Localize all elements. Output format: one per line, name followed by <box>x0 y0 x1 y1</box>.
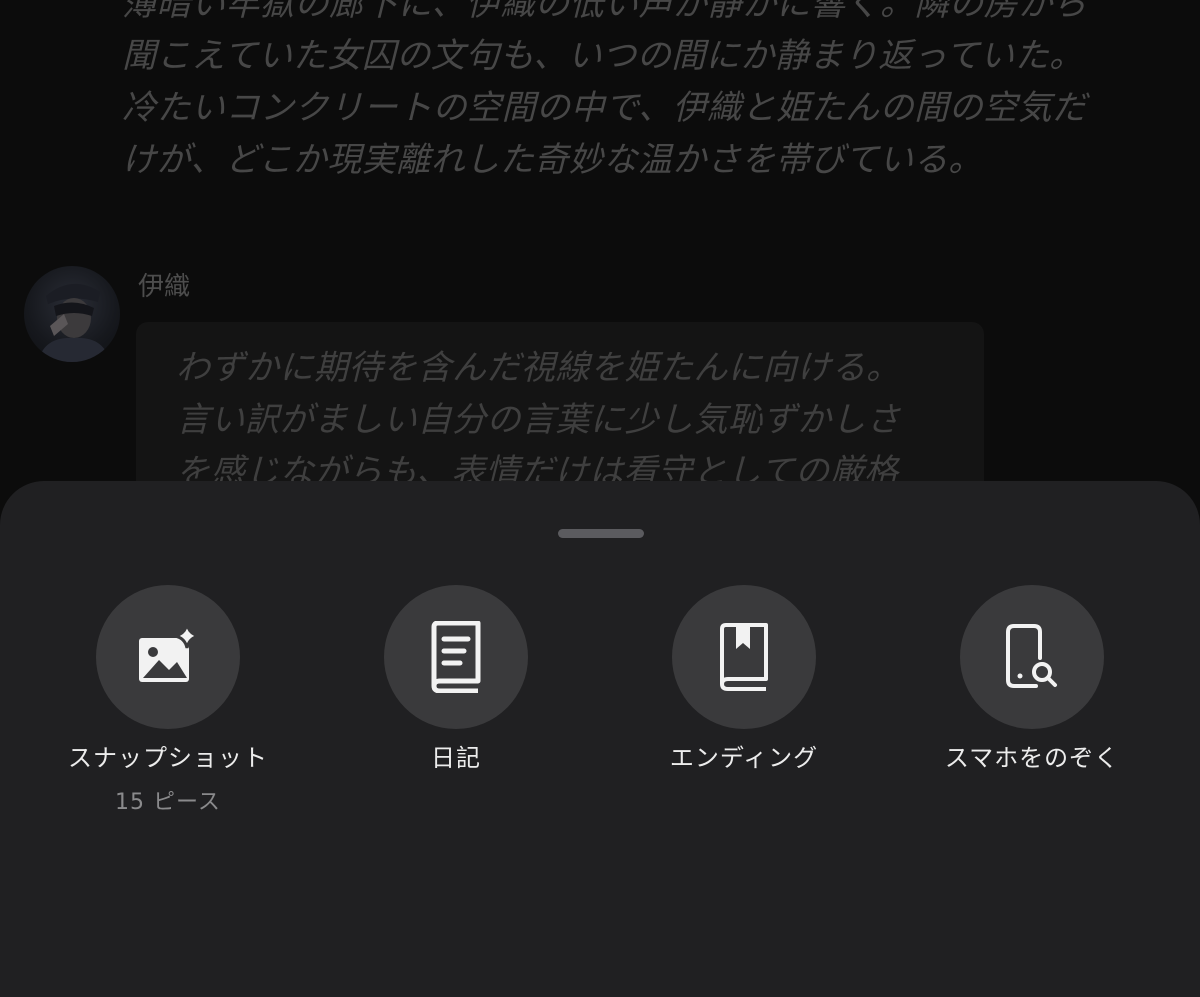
diary-label: 日記 <box>431 744 481 772</box>
character-name: 伊織 <box>138 272 191 302</box>
image-sparkle-icon <box>139 623 200 682</box>
ending-label: エンディング <box>669 744 819 772</box>
snapshot-count: 15 ピース <box>115 790 221 815</box>
sheet-drag-handle[interactable] <box>558 529 644 538</box>
ending-button[interactable]: エンディング <box>614 585 874 773</box>
menu-icon[interactable] <box>54 0 92 18</box>
book-icon <box>431 621 481 693</box>
narration-text: 薄暗い牢獄の廊下に、伊織の低い声が静かに響く。隣の房から 聞こえていた女囚の文句… <box>122 0 1087 180</box>
bottom-sheet: スナップショット 15 ピース 日記 エンディング スマホをのぞく <box>0 481 1200 997</box>
snapshot-button[interactable]: スナップショット 15 ピース <box>38 585 298 817</box>
snapshot-icon-circle[interactable] <box>96 585 240 729</box>
bookmark-book-icon <box>720 623 768 691</box>
peek-phone-button[interactable]: スマホをのぞく <box>902 585 1162 773</box>
peek-phone-icon-circle[interactable] <box>960 585 1104 729</box>
phone-search-icon <box>1006 624 1057 688</box>
snapshot-label: スナップショット <box>68 744 268 772</box>
app-screen: 薄暗い牢獄の廊下に、伊織の低い声が静かに響く。隣の房から 聞こえていた女囚の文句… <box>0 0 1200 997</box>
diary-button[interactable]: 日記 <box>326 585 586 773</box>
ending-icon-circle[interactable] <box>672 585 816 729</box>
avatar[interactable] <box>24 266 120 362</box>
diary-icon-circle[interactable] <box>384 585 528 729</box>
avatar-portrait-icon <box>38 283 110 362</box>
peek-phone-label: スマホをのぞく <box>944 744 1120 772</box>
message-text: わずかに期待を含んだ視線を姫たんに向ける。 言い訳がましい自分の言葉に少し気恥ず… <box>176 348 901 492</box>
